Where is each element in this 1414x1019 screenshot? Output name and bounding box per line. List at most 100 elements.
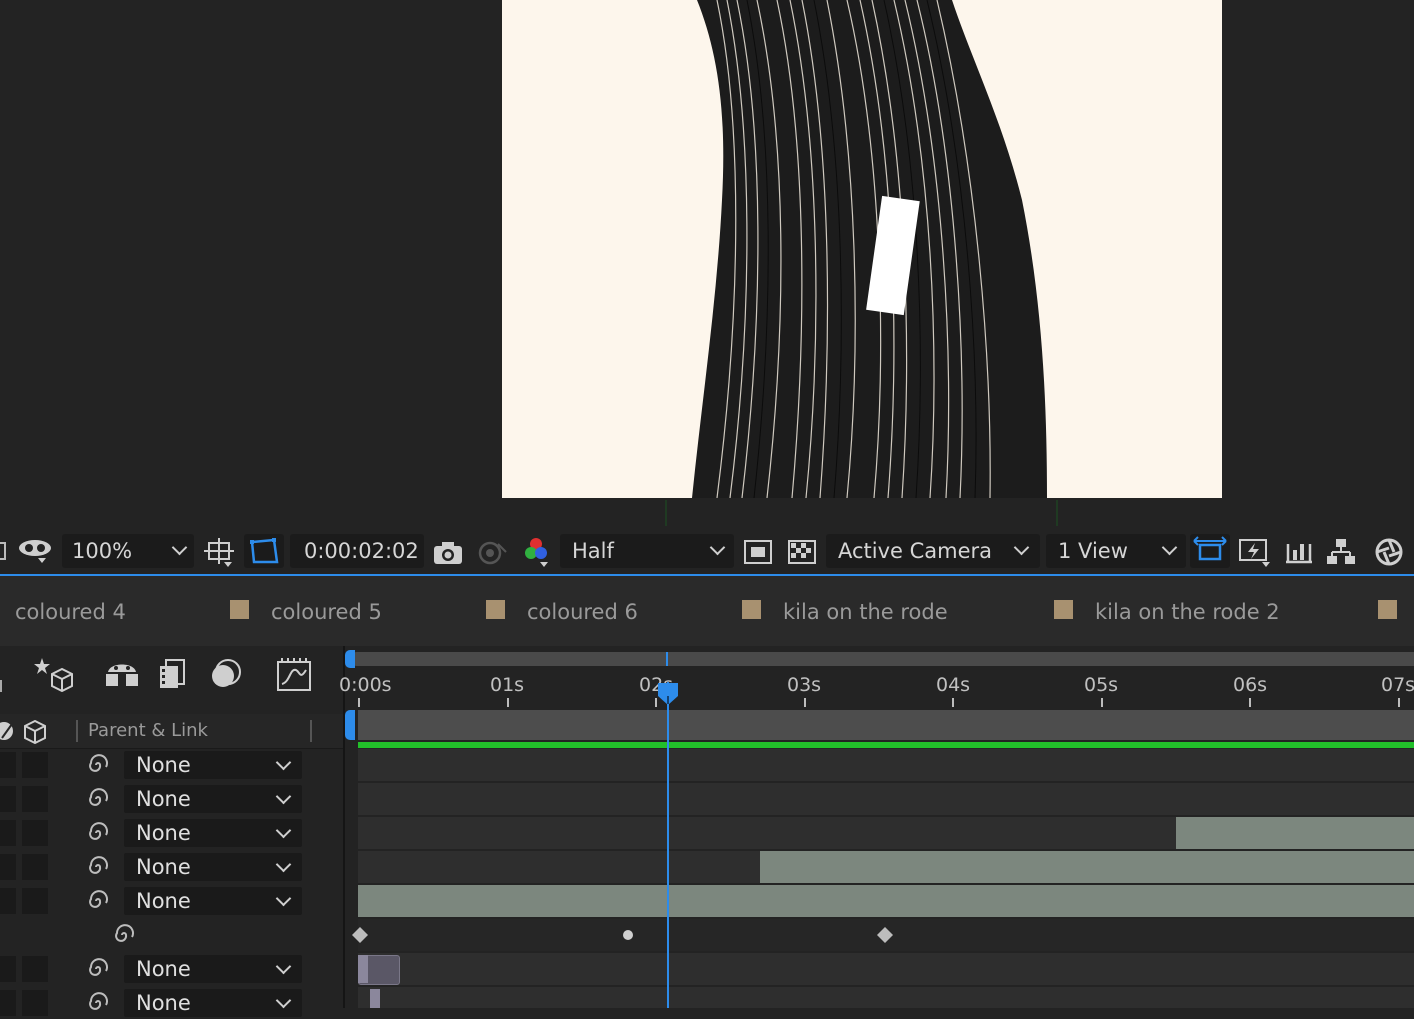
mask-visibility-icon[interactable] (18, 538, 54, 570)
keyframe-dot-icon[interactable] (622, 929, 634, 941)
pick-whip-icon[interactable] (86, 957, 110, 981)
layer-switch[interactable] (0, 888, 16, 914)
zoom-dropdown[interactable]: 100% (62, 534, 194, 568)
view-layout-dropdown[interactable]: 1 View (1046, 534, 1186, 568)
show-snapshot-icon[interactable] (476, 540, 508, 570)
layer-track[interactable] (358, 885, 1414, 917)
timeline-toggle-icon[interactable] (1284, 538, 1314, 568)
layer-row[interactable]: None (0, 783, 343, 815)
layer-track[interactable] (358, 749, 1414, 781)
resolution-value: Half (572, 539, 614, 563)
flowchart-icon[interactable] (1326, 538, 1356, 570)
pixel-aspect-toggle[interactable] (1190, 534, 1230, 568)
layer-switch[interactable] (22, 752, 48, 778)
layer-duration-bar[interactable] (358, 885, 1414, 917)
parent-value: None (136, 787, 191, 811)
pick-whip-icon[interactable] (112, 923, 136, 947)
draft-3d-icon[interactable] (34, 656, 74, 696)
tab-coloured-6[interactable]: coloured 6 (527, 600, 638, 624)
layer-duration-bar[interactable] (370, 989, 380, 1008)
parent-dropdown[interactable]: None (124, 751, 302, 779)
composition-frame[interactable] (502, 0, 1222, 498)
parent-dropdown[interactable]: None (124, 989, 302, 1017)
tab-coloured-4[interactable]: coloured 4 (15, 600, 126, 624)
camera-icon[interactable] (432, 540, 464, 570)
layer-switch[interactable] (22, 888, 48, 914)
time-navigator[interactable] (350, 652, 1414, 666)
time-ruler[interactable]: 0:00s 01s 02s 03s 04s 05s 06s 07s (339, 668, 1414, 710)
toggle-mask-path-button[interactable] (244, 534, 284, 568)
parent-value: None (136, 855, 191, 879)
target-region-icon[interactable] (744, 540, 772, 568)
layer-switch[interactable] (0, 820, 16, 846)
tab-coloured-5[interactable]: coloured 5 (271, 600, 382, 624)
layer-duration-bar[interactable] (1176, 817, 1414, 849)
pick-whip-icon[interactable] (86, 889, 110, 913)
current-time-display[interactable]: 0:00:02:02 (290, 534, 424, 568)
pick-whip-icon[interactable] (86, 787, 110, 811)
chevron-down-icon (275, 822, 292, 839)
pick-whip-icon[interactable] (86, 753, 110, 777)
transparency-grid-icon[interactable] (788, 540, 816, 568)
layer-track[interactable] (358, 987, 1414, 1008)
frame-blending-icon[interactable] (158, 658, 188, 694)
pick-whip-icon[interactable] (86, 991, 110, 1015)
layer-switch[interactable] (0, 752, 16, 778)
solo-column-icon[interactable] (0, 720, 16, 742)
layer-switch[interactable] (22, 786, 48, 812)
active-camera-dropdown[interactable]: Active Camera (826, 534, 1040, 568)
layer-track[interactable] (358, 817, 1414, 849)
3d-layer-column-icon[interactable] (22, 720, 48, 744)
layer-switch[interactable] (22, 956, 48, 982)
parent-dropdown[interactable]: None (124, 819, 302, 847)
pick-whip-icon[interactable] (86, 821, 110, 845)
chevron-down-icon (275, 992, 292, 1009)
hide-shy-layers-icon[interactable] (104, 658, 140, 694)
tab-kila-on-the-rode[interactable]: kila on the rode (783, 600, 948, 624)
layer-duration-bar[interactable] (760, 851, 1414, 883)
layer-track[interactable] (358, 851, 1414, 883)
keyframe-icon[interactable] (351, 926, 369, 944)
parent-dropdown[interactable]: None (124, 853, 302, 881)
parent-dropdown[interactable]: None (124, 955, 302, 983)
tab-kila-on-the-rode-2[interactable]: kila on the rode 2 (1095, 600, 1280, 624)
ruler-label: 03s (787, 674, 822, 696)
layer-row[interactable]: None (0, 953, 343, 985)
graph-editor-icon[interactable] (276, 656, 312, 696)
region-of-interest-icon[interactable] (204, 538, 236, 572)
resolution-dropdown[interactable]: Half (560, 534, 734, 568)
rgb-channels-icon[interactable] (522, 536, 554, 572)
keyframe-icon[interactable] (876, 926, 894, 944)
reset-exposure-icon[interactable] (1374, 537, 1404, 571)
tab-label-color (1378, 600, 1397, 619)
parent-dropdown[interactable]: None (124, 887, 302, 915)
layer-track[interactable] (358, 953, 1414, 985)
ruler-label: 06s (1233, 674, 1268, 696)
navigator-start-handle[interactable] (345, 650, 355, 668)
fast-previews-icon[interactable] (1238, 538, 1272, 572)
layer-row[interactable]: None (0, 817, 343, 849)
layer-switch[interactable] (0, 990, 16, 1016)
parent-dropdown[interactable]: None (124, 785, 302, 813)
work-area-start-handle[interactable] (345, 710, 355, 740)
layer-switch[interactable] (22, 854, 48, 880)
layer-switch[interactable] (0, 854, 16, 880)
layer-switch[interactable] (0, 786, 16, 812)
layer-row[interactable]: None (0, 885, 343, 917)
timecode-value: 0:00:02:02 (304, 539, 419, 563)
ruler-label: 01s (490, 674, 525, 696)
layer-row[interactable]: None (0, 987, 343, 1019)
layer-switch[interactable] (22, 820, 48, 846)
pick-whip-icon[interactable] (86, 855, 110, 879)
layer-row[interactable]: None (0, 749, 343, 781)
property-row[interactable] (0, 919, 343, 951)
property-track[interactable] (352, 919, 1414, 951)
layer-switch[interactable] (22, 990, 48, 1016)
layer-track[interactable] (358, 783, 1414, 815)
view-layout-value: 1 View (1058, 539, 1128, 563)
layer-row[interactable]: None (0, 851, 343, 883)
motion-blur-icon[interactable] (210, 658, 242, 694)
work-area-bar[interactable] (358, 710, 1414, 740)
layer-switch[interactable] (0, 956, 16, 982)
current-time-indicator-head[interactable] (657, 682, 679, 706)
